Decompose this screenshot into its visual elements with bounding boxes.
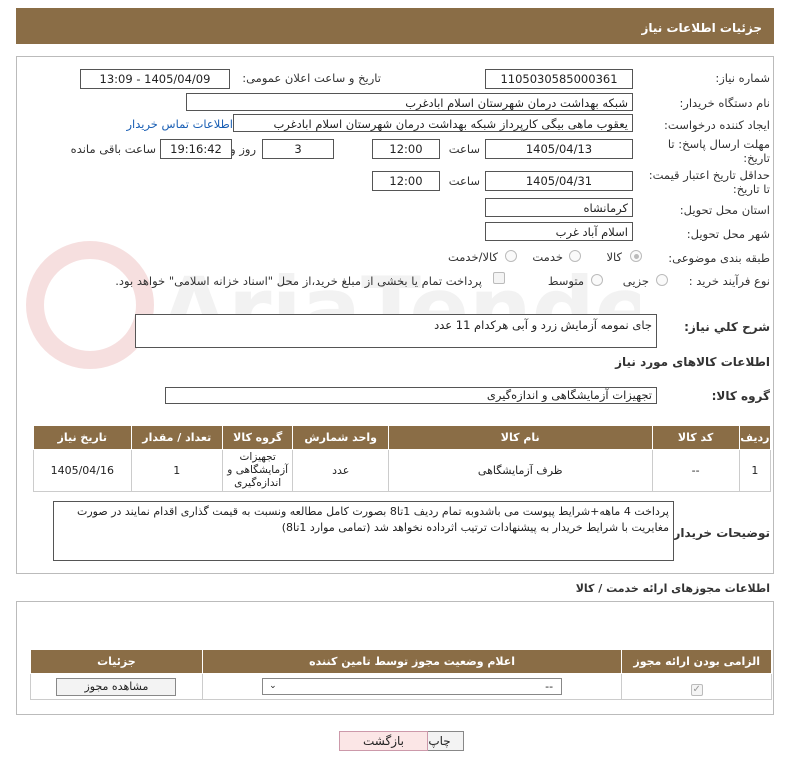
reply-date-field: 1405/04/13 bbox=[485, 139, 633, 159]
category-radio-service[interactable] bbox=[569, 250, 581, 262]
summary-label: شرح کلي نياز: bbox=[684, 320, 770, 334]
price-time-label: ساعت bbox=[448, 174, 480, 188]
cell-name: ظرف آزمایشگاهی bbox=[387, 449, 653, 492]
col-unit: واحد شمارش bbox=[292, 425, 389, 450]
reply-time-label: ساعت bbox=[448, 142, 480, 156]
creator-label: ایجاد کننده درخواست: bbox=[664, 118, 770, 132]
col-name: نام کالا bbox=[387, 425, 653, 450]
goods-group-field: تجهیزات آزمایشگاهی و اندازه‌گیری bbox=[165, 387, 657, 404]
permits-table-header: الزامی بودن ارائه مجوز اعلام وضعیت مجوز … bbox=[30, 649, 772, 674]
summary-field: جای نمومه آزمایش زرد و آبی هرکدام 11 عدد bbox=[135, 314, 657, 348]
col-permit-details: جزئیات bbox=[30, 649, 203, 674]
treasury-payment-checkbox[interactable] bbox=[493, 272, 505, 284]
category-radio-goods[interactable] bbox=[630, 250, 642, 262]
back-button[interactable]: بازگشت bbox=[339, 731, 428, 751]
category-option-service: خدمت bbox=[532, 250, 563, 264]
process-radio-minor[interactable] bbox=[656, 274, 668, 286]
cell-code: -- bbox=[651, 449, 740, 492]
category-label: طبقه بندی موضوعی: bbox=[668, 251, 770, 265]
price-date-field: 1405/04/31 bbox=[485, 171, 633, 191]
announce-label: تاریخ و ساعت اعلان عمومی: bbox=[242, 71, 381, 85]
cell-row: 1 bbox=[738, 449, 772, 492]
need-number-label: شماره نیاز: bbox=[715, 71, 770, 85]
col-qty: تعداد / مقدار bbox=[130, 425, 223, 450]
reply-deadline-label: مهلت ارسال پاسخ: تا تاریخ: bbox=[667, 137, 770, 165]
process-radio-medium[interactable] bbox=[591, 274, 603, 286]
permit-required-checkbox[interactable]: ✓ bbox=[690, 683, 703, 696]
cell-date: 1405/04/16 bbox=[33, 449, 132, 492]
category-option-goods: کالا bbox=[606, 250, 622, 264]
city-label: شهر محل تحویل: bbox=[686, 227, 770, 241]
province-field: کرمانشاه bbox=[485, 198, 633, 217]
treasury-payment-note: پرداخت تمام یا بخشی از مبلغ خرید،از محل … bbox=[115, 274, 482, 288]
goods-table-header: ردیف کد کالا نام کالا واحد شمارش گروه کا… bbox=[33, 425, 772, 450]
city-field: اسلام آباد غرب bbox=[485, 222, 633, 241]
days-field: 3 bbox=[262, 139, 334, 159]
need-number-field: 1105030585000361 bbox=[485, 69, 633, 89]
permit-status-value: -- bbox=[545, 680, 554, 693]
price-validity-label: حداقل تاریخ اعتبار قیمت: تا تاریخ: bbox=[648, 168, 770, 196]
buyer-org-field: شبکه بهداشت درمان شهرستان اسلام ابادغرب bbox=[186, 93, 633, 111]
permits-table: الزامی بودن ارائه مجوز اعلام وضعیت مجوز … bbox=[30, 649, 772, 700]
buyer-notes-field: پرداخت 4 ماهه+شرایط پیوست می باشدوبه تما… bbox=[53, 501, 674, 561]
permit-status-dropdown: ⌄ bbox=[269, 681, 277, 691]
announce-field: 1405/04/09 - 13:09 bbox=[80, 69, 230, 89]
permits-section-title: اطلاعات مجوزهای ارائه خدمت / کالا bbox=[575, 582, 770, 595]
remaining-label: ساعت باقی مانده bbox=[70, 142, 156, 156]
cell-permit-status: ⌄ -- bbox=[201, 673, 623, 700]
creator-field: یعقوب ماهی بیگی کارپرداز شبکه بهداشت درم… bbox=[233, 114, 633, 132]
goods-section-title: اطلاعات کالاهای مورد نیاز bbox=[615, 355, 770, 369]
table-row: ✓ ⌄ -- مشاهده مجوز bbox=[30, 673, 772, 700]
province-label: استان محل تحویل: bbox=[679, 203, 770, 217]
view-permit-button[interactable]: مشاهده مجوز bbox=[56, 677, 177, 696]
buyer-notes-label: توضیحات خریدار: bbox=[668, 526, 770, 540]
price-time-field: 12:00 bbox=[372, 171, 440, 191]
col-date: تاریخ نیاز bbox=[33, 425, 132, 450]
goods-table: ردیف کد کالا نام کالا واحد شمارش گروه کا… bbox=[33, 425, 772, 492]
remaining-time-field: 19:16:42 bbox=[160, 139, 232, 159]
process-option-minor: جزیی bbox=[622, 274, 649, 288]
cell-qty: 1 bbox=[130, 449, 223, 492]
cell-group: تجهیزات آزمایشگاهی و اندازه‌گیری bbox=[221, 449, 294, 492]
cell-permit-details: مشاهده مجوز bbox=[30, 673, 203, 700]
cell-permit-required: ✓ bbox=[621, 673, 772, 700]
category-radio-goods-service[interactable] bbox=[505, 250, 517, 262]
col-group: گروه کالا bbox=[221, 425, 294, 450]
process-option-medium: متوسط bbox=[547, 274, 584, 288]
process-label: نوع فرآیند خرید : bbox=[688, 274, 770, 288]
reply-time-field: 12:00 bbox=[372, 139, 440, 159]
cell-unit: عدد bbox=[292, 449, 389, 492]
goods-group-label: گروه کالا: bbox=[711, 389, 770, 403]
page-header: جزئیات اطلاعات نیاز bbox=[16, 8, 774, 44]
col-permit-status: اعلام وضعیت مجوز توسط تامین کننده bbox=[201, 649, 623, 674]
page-title: جزئیات اطلاعات نیاز bbox=[641, 21, 762, 35]
category-option-goods-service: کالا/خدمت bbox=[447, 250, 498, 264]
col-row: ردیف bbox=[738, 425, 772, 450]
permit-status-select[interactable]: ⌄ -- bbox=[262, 678, 563, 695]
days-label: روز و bbox=[230, 142, 256, 156]
col-code: کد کالا bbox=[651, 425, 740, 450]
buyer-contact-link[interactable]: اطلاعات تماس خریدار bbox=[126, 117, 233, 131]
table-row: 1 -- ظرف آزمایشگاهی عدد تجهیزات آزمایشگا… bbox=[33, 449, 772, 492]
buyer-org-label: نام دستگاه خریدار: bbox=[679, 96, 770, 110]
col-permit-required: الزامی بودن ارائه مجوز bbox=[621, 649, 772, 674]
